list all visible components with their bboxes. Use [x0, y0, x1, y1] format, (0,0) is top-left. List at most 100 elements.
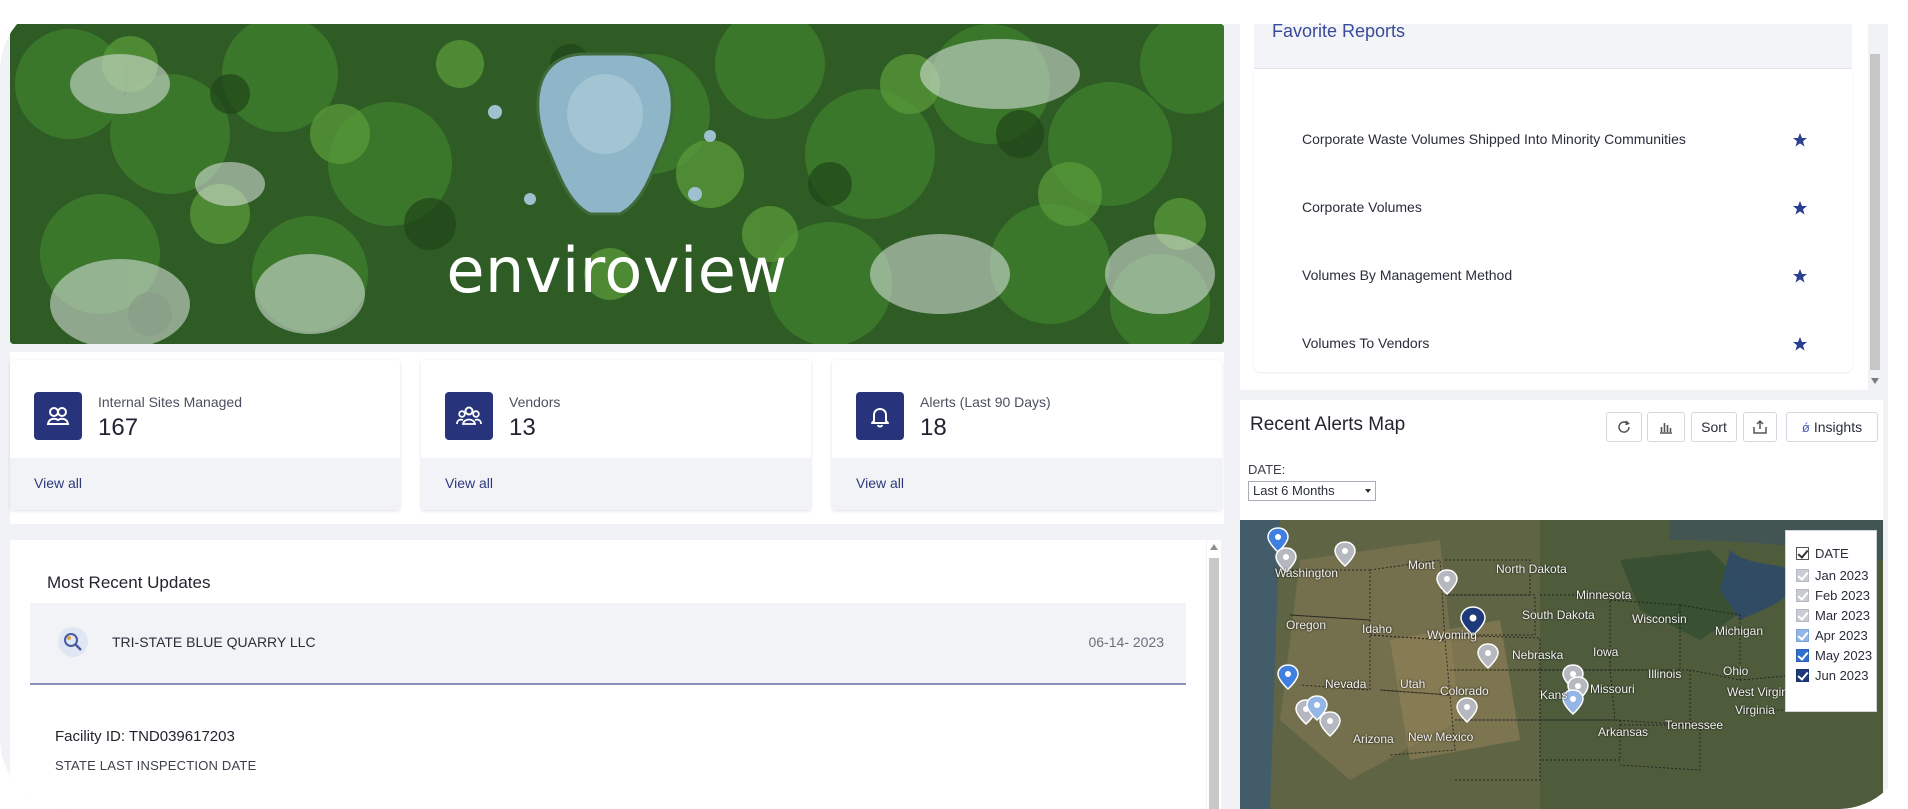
map-label: Colorado [1440, 684, 1489, 698]
updates-scrollbar[interactable] [1207, 540, 1221, 809]
facility-logo-icon [58, 627, 88, 657]
view-all-alerts-link[interactable]: View all [856, 475, 904, 491]
map-label: Missouri [1590, 682, 1635, 696]
insights-label: Insights [1813, 419, 1863, 435]
star-icon[interactable] [1792, 132, 1808, 148]
checkbox[interactable] [1796, 546, 1809, 560]
legend-item-apr[interactable]: Apr 2023 [1796, 627, 1868, 643]
checkbox[interactable] [1796, 648, 1809, 662]
group-icon [445, 392, 493, 440]
map-label: Arizona [1353, 732, 1394, 746]
favorites-scrollbar[interactable] [1868, 24, 1882, 390]
stat-value: 13 [509, 414, 536, 441]
legend-item-label: May 2023 [1815, 647, 1873, 663]
inspection-date-label: STATE LAST INSPECTION DATE [55, 758, 257, 773]
map-legend: DATE Jan 2023 Feb 2023 Mar 2023 Apr 2023… [1785, 530, 1877, 712]
map-label: Mont [1408, 558, 1435, 572]
update-row[interactable]: TRI-STATE BLUE QUARRY LLC 06-14- 2023 [30, 603, 1186, 685]
map-label: Nebraska [1512, 648, 1564, 662]
map-label: North Dakota [1496, 562, 1567, 576]
star-icon[interactable] [1792, 336, 1808, 352]
refresh-button[interactable] [1606, 412, 1642, 442]
scroll-thumb[interactable] [1209, 558, 1219, 809]
map-label: New Mexico [1408, 730, 1474, 744]
favorite-reports-title: Favorite Reports [1272, 21, 1406, 41]
favorite-reports-panel: Favorite Reports Corporate Waste Volumes… [1240, 21, 1868, 390]
map-label: Michigan [1715, 624, 1764, 638]
users-icon [34, 392, 82, 440]
stat-footer: View all [832, 458, 1222, 510]
favorite-reports-list: Corporate Waste Volumes Shipped Into Min… [1254, 69, 1852, 372]
map-label: Wyoming [1427, 628, 1477, 642]
map-label: Utah [1400, 677, 1426, 691]
recent-updates-panel: Most Recent Updates TRI-STATE BLUE QUARR… [10, 540, 1206, 809]
stats-row: Internal Sites Managed 167 View all Vend… [10, 352, 1224, 524]
date-filter-label: DATE: [1248, 462, 1286, 477]
favorite-report-item[interactable]: Volumes By Management Method [1302, 267, 1512, 283]
bell-icon [856, 392, 904, 440]
stat-label: Internal Sites Managed [98, 394, 242, 410]
recent-alerts-map-panel: Recent Alerts Map Sort ǿ Insights DATE: … [1240, 400, 1883, 809]
legend-item-jan[interactable]: Jan 2023 [1796, 567, 1869, 583]
legend-header-label: DATE [1815, 545, 1849, 561]
scroll-thumb[interactable] [1870, 54, 1880, 370]
chevron-down-icon [1365, 489, 1371, 493]
favorite-reports-header: Favorite Reports [1254, 21, 1852, 69]
scroll-up-arrow-icon[interactable] [1210, 544, 1218, 550]
export-icon [1753, 419, 1767, 434]
stat-card-alerts: Alerts (Last 90 Days) 18 View all [832, 360, 1222, 510]
scroll-down-arrow-icon[interactable] [1871, 378, 1879, 384]
stat-value: 18 [920, 414, 947, 441]
stat-label: Alerts (Last 90 Days) [920, 394, 1051, 410]
legend-item-label: Feb 2023 [1815, 587, 1870, 603]
view-all-vendors-link[interactable]: View all [445, 475, 493, 491]
legend-item-label: Jun 2023 [1815, 667, 1869, 683]
legend-item-label: Jan 2023 [1815, 567, 1869, 583]
map-label: Nevada [1325, 677, 1367, 691]
map-label: Illinois [1648, 667, 1682, 681]
chart-view-button[interactable] [1647, 412, 1685, 442]
update-date: 06-14- 2023 [1088, 634, 1164, 650]
map-label: Arkansas [1598, 725, 1649, 739]
checkbox[interactable] [1796, 608, 1809, 622]
alerts-map[interactable]: Washington Mont North Dakota Minnesota O… [1240, 520, 1883, 809]
hero-banner: enviroview [10, 24, 1224, 344]
legend-header-toggle[interactable]: DATE [1796, 545, 1849, 561]
legend-item-jun[interactable]: Jun 2023 [1796, 667, 1869, 683]
stat-card-internal-sites: Internal Sites Managed 167 View all [10, 360, 400, 510]
legend-item-label: Apr 2023 [1815, 627, 1868, 643]
legend-item-mar[interactable]: Mar 2023 [1796, 607, 1870, 623]
legend-item-label: Mar 2023 [1815, 607, 1870, 623]
favorite-report-item[interactable]: Corporate Waste Volumes Shipped Into Min… [1302, 131, 1686, 147]
map-label: Washington [1275, 566, 1338, 580]
stat-value: 167 [98, 414, 139, 441]
legend-item-may[interactable]: May 2023 [1796, 647, 1872, 663]
star-icon[interactable] [1792, 200, 1808, 216]
map-label: Iowa [1593, 645, 1619, 659]
map-label: Oregon [1286, 618, 1327, 632]
app-brand-title: enviroview [446, 234, 788, 307]
map-label: South Dakota [1522, 608, 1595, 622]
recent-updates-title: Most Recent Updates [47, 573, 211, 592]
map-label: Tennessee [1665, 718, 1724, 732]
legend-item-feb[interactable]: Feb 2023 [1796, 587, 1870, 603]
checkbox[interactable] [1796, 588, 1809, 602]
checkbox[interactable] [1796, 628, 1809, 642]
export-button[interactable] [1743, 412, 1777, 442]
insights-icon: ǿ [1801, 419, 1810, 435]
checkbox[interactable] [1796, 568, 1809, 582]
insights-button[interactable]: ǿ Insights [1786, 412, 1878, 442]
sort-button[interactable]: Sort [1691, 412, 1737, 442]
favorite-report-item[interactable]: Corporate Volumes [1302, 199, 1422, 215]
app-frame: enviroview Internal Sites Managed 167 Vi… [0, 0, 1908, 809]
stat-footer: View all [421, 458, 811, 510]
checkbox[interactable] [1796, 668, 1809, 682]
date-filter-value: Last 6 Months [1253, 483, 1335, 498]
favorite-report-item[interactable]: Volumes To Vendors [1302, 335, 1429, 351]
map-label: Idaho [1362, 622, 1393, 636]
view-all-sites-link[interactable]: View all [34, 475, 82, 491]
date-filter-select[interactable]: Last 6 Months [1248, 481, 1376, 501]
star-icon[interactable] [1792, 268, 1808, 284]
stat-card-vendors: Vendors 13 View all [421, 360, 811, 510]
refresh-icon [1618, 420, 1630, 433]
